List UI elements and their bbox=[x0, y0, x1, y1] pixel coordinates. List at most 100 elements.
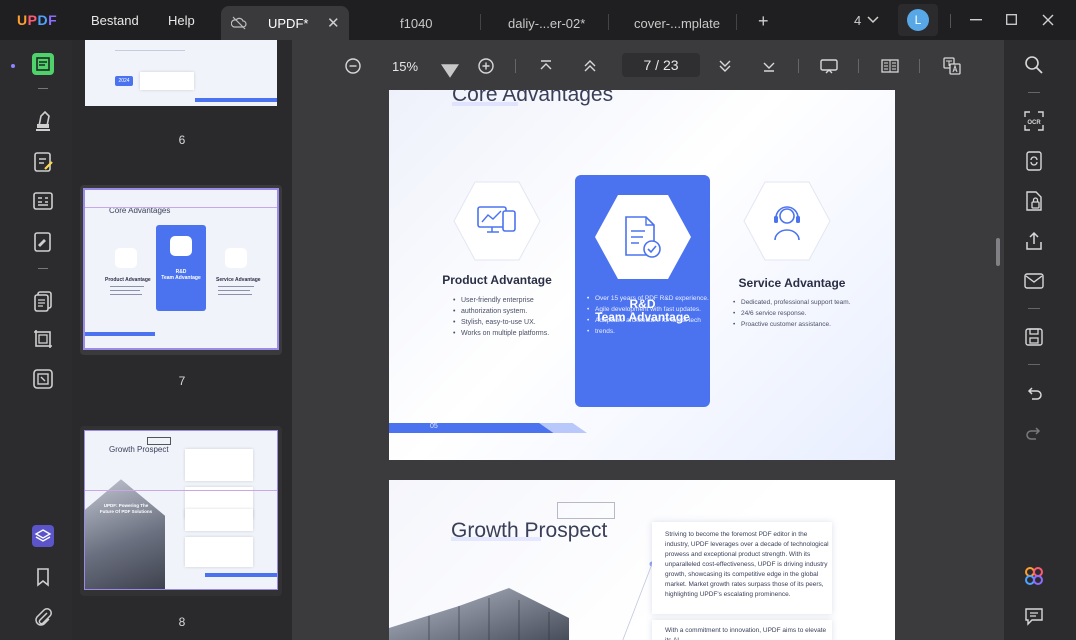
tab-cover[interactable]: cover-...mplate bbox=[634, 6, 720, 40]
thumb-building bbox=[85, 479, 165, 589]
comment-icon[interactable] bbox=[1024, 606, 1044, 626]
thumb-text-line bbox=[218, 290, 250, 291]
updf-logo: UPDF bbox=[17, 12, 57, 28]
undo-icon[interactable] bbox=[1024, 384, 1044, 404]
thumbnail-page-7[interactable]: Core Advantages Product Advantage R&D Tea… bbox=[83, 188, 279, 350]
thumb-title: Growth Prospect bbox=[109, 445, 169, 454]
active-indicator bbox=[11, 64, 15, 68]
slideshow-icon[interactable] bbox=[820, 57, 838, 75]
zoom-out-icon[interactable] bbox=[344, 57, 362, 75]
bullet: Agile development with fast updates. bbox=[587, 304, 709, 315]
first-page-icon[interactable] bbox=[537, 57, 555, 75]
translate-icon[interactable] bbox=[943, 57, 961, 75]
previous-page-icon[interactable] bbox=[581, 57, 599, 75]
growth-text-card-2: With a commitment to innovation, UPDF ai… bbox=[652, 620, 832, 640]
empty-box bbox=[557, 502, 615, 519]
menu-bestand[interactable]: Bestand bbox=[91, 13, 139, 28]
edit-pdf-icon[interactable] bbox=[32, 151, 54, 173]
zoom-in-icon[interactable] bbox=[477, 57, 495, 75]
thumb-hex bbox=[115, 248, 137, 268]
rd-bullet-items: Over 15 years of PDF R&D experience. Agi… bbox=[587, 293, 709, 337]
crop-icon[interactable] bbox=[32, 328, 54, 350]
thumb-guide bbox=[85, 490, 277, 491]
updf-window: UPDF Bestand Help UPDF* ✕ f1040 daliy-..… bbox=[0, 0, 1076, 640]
page-layout-icon[interactable] bbox=[881, 57, 899, 75]
bullet: Adaptable architecture for latest tech bbox=[587, 315, 709, 326]
thumb-service: Service Advantage bbox=[216, 277, 261, 283]
rd-hexagon bbox=[595, 195, 691, 279]
zoom-dropdown-icon[interactable] bbox=[441, 62, 459, 80]
thumb-year-badge: 2024 bbox=[115, 76, 133, 86]
pdf-page-7[interactable]: Core Advantages Product Advantage User-f… bbox=[389, 90, 895, 460]
tab-count[interactable]: 4 bbox=[854, 13, 861, 28]
next-page-icon[interactable] bbox=[716, 57, 734, 75]
thumb-card bbox=[185, 537, 253, 567]
card-line: prowess and exceptional product strength… bbox=[665, 551, 811, 558]
bookmark-icon[interactable] bbox=[32, 566, 54, 588]
toolbar-divider bbox=[858, 59, 859, 73]
toolbar-divider bbox=[515, 59, 516, 73]
redo-icon[interactable] bbox=[1024, 424, 1044, 444]
viewer-toolbar: 15% 7 / 23 bbox=[292, 40, 1004, 90]
attachment-icon[interactable] bbox=[32, 606, 54, 628]
logo-letter-u: U bbox=[17, 12, 28, 28]
growth-text-card: Striving to become the foremost PDF edit… bbox=[652, 522, 832, 614]
left-tool-rail bbox=[0, 40, 72, 640]
thumbnail-page-8[interactable]: Growth Prospect UPDF: Powering The Future… bbox=[84, 430, 278, 590]
thumb-line bbox=[115, 50, 185, 51]
rail-divider bbox=[1028, 92, 1040, 93]
fill-sign-icon[interactable] bbox=[32, 231, 54, 253]
cloud-off-icon bbox=[231, 16, 247, 30]
thumbnail-label-8: 8 bbox=[178, 615, 186, 629]
thumb-product: Product Advantage bbox=[105, 277, 151, 283]
tab-f1040[interactable]: f1040 bbox=[400, 6, 433, 40]
card-line: market. Market growth rates surpass thos… bbox=[665, 581, 824, 588]
organize-pages-icon[interactable] bbox=[32, 190, 54, 212]
protect-icon[interactable] bbox=[1024, 191, 1044, 211]
title-underline bbox=[452, 102, 518, 106]
zoom-value[interactable]: 15% bbox=[392, 59, 418, 74]
thumb-bar bbox=[205, 573, 277, 577]
product-title: Product Advantage bbox=[442, 273, 552, 287]
new-tab-plus-icon[interactable]: + bbox=[758, 11, 769, 32]
vertical-scrollbar[interactable] bbox=[996, 238, 1000, 266]
page-number-input[interactable]: 7 / 23 bbox=[622, 53, 700, 77]
minimize-icon[interactable] bbox=[970, 19, 982, 21]
chevron-down-icon[interactable] bbox=[867, 16, 879, 24]
title-bar: UPDF Bestand Help UPDF* ✕ f1040 daliy-..… bbox=[0, 0, 1076, 40]
bullet-cont: trends. bbox=[587, 326, 709, 337]
thumbnail-panel: 2024 6 Core Advantages Product Advantage… bbox=[72, 40, 292, 640]
title-underline bbox=[451, 537, 541, 541]
thumb-card bbox=[140, 72, 194, 90]
thumb-text-line bbox=[110, 286, 144, 287]
avatar[interactable]: L bbox=[907, 9, 929, 31]
maximize-icon[interactable] bbox=[1006, 14, 1017, 25]
pages-icon[interactable] bbox=[32, 290, 54, 312]
share-icon[interactable] bbox=[1024, 231, 1044, 251]
layers-stack-icon[interactable] bbox=[32, 368, 54, 390]
tab-daliy[interactable]: daliy-...er-02* bbox=[508, 6, 585, 40]
close-window-icon[interactable] bbox=[1042, 14, 1054, 26]
rail-divider bbox=[1028, 308, 1040, 309]
tab-updf[interactable]: UPDF* ✕ bbox=[221, 6, 349, 40]
save-icon[interactable] bbox=[1024, 327, 1044, 347]
reader-icon[interactable] bbox=[32, 53, 54, 75]
bullet: Dedicated, professional support team. bbox=[733, 297, 850, 308]
ocr-icon[interactable]: OCR bbox=[1024, 111, 1044, 131]
convert-icon[interactable] bbox=[1024, 151, 1044, 171]
updf-ai-icon[interactable] bbox=[1024, 566, 1044, 586]
highlighter-icon[interactable] bbox=[32, 110, 54, 132]
email-icon[interactable] bbox=[1024, 271, 1044, 291]
last-page-icon[interactable] bbox=[760, 57, 778, 75]
thumbnail-page-6[interactable]: 2024 bbox=[85, 40, 277, 106]
bullet-cont-text: trends. bbox=[595, 328, 615, 335]
layers-icon[interactable] bbox=[32, 525, 54, 547]
logo-letter-p: P bbox=[27, 12, 38, 28]
close-tab-icon[interactable]: ✕ bbox=[327, 14, 340, 32]
thumb-caption-line-1: UPDF: Powering The bbox=[103, 503, 149, 508]
thumb-bar bbox=[85, 332, 155, 336]
pdf-page-8[interactable]: Growth Prospect Striving to become the f… bbox=[389, 480, 895, 640]
search-icon[interactable] bbox=[1024, 55, 1044, 75]
document-viewer[interactable]: 15% 7 / 23 Core Advantages Product Advan… bbox=[292, 40, 1004, 640]
menu-help[interactable]: Help bbox=[168, 13, 195, 28]
